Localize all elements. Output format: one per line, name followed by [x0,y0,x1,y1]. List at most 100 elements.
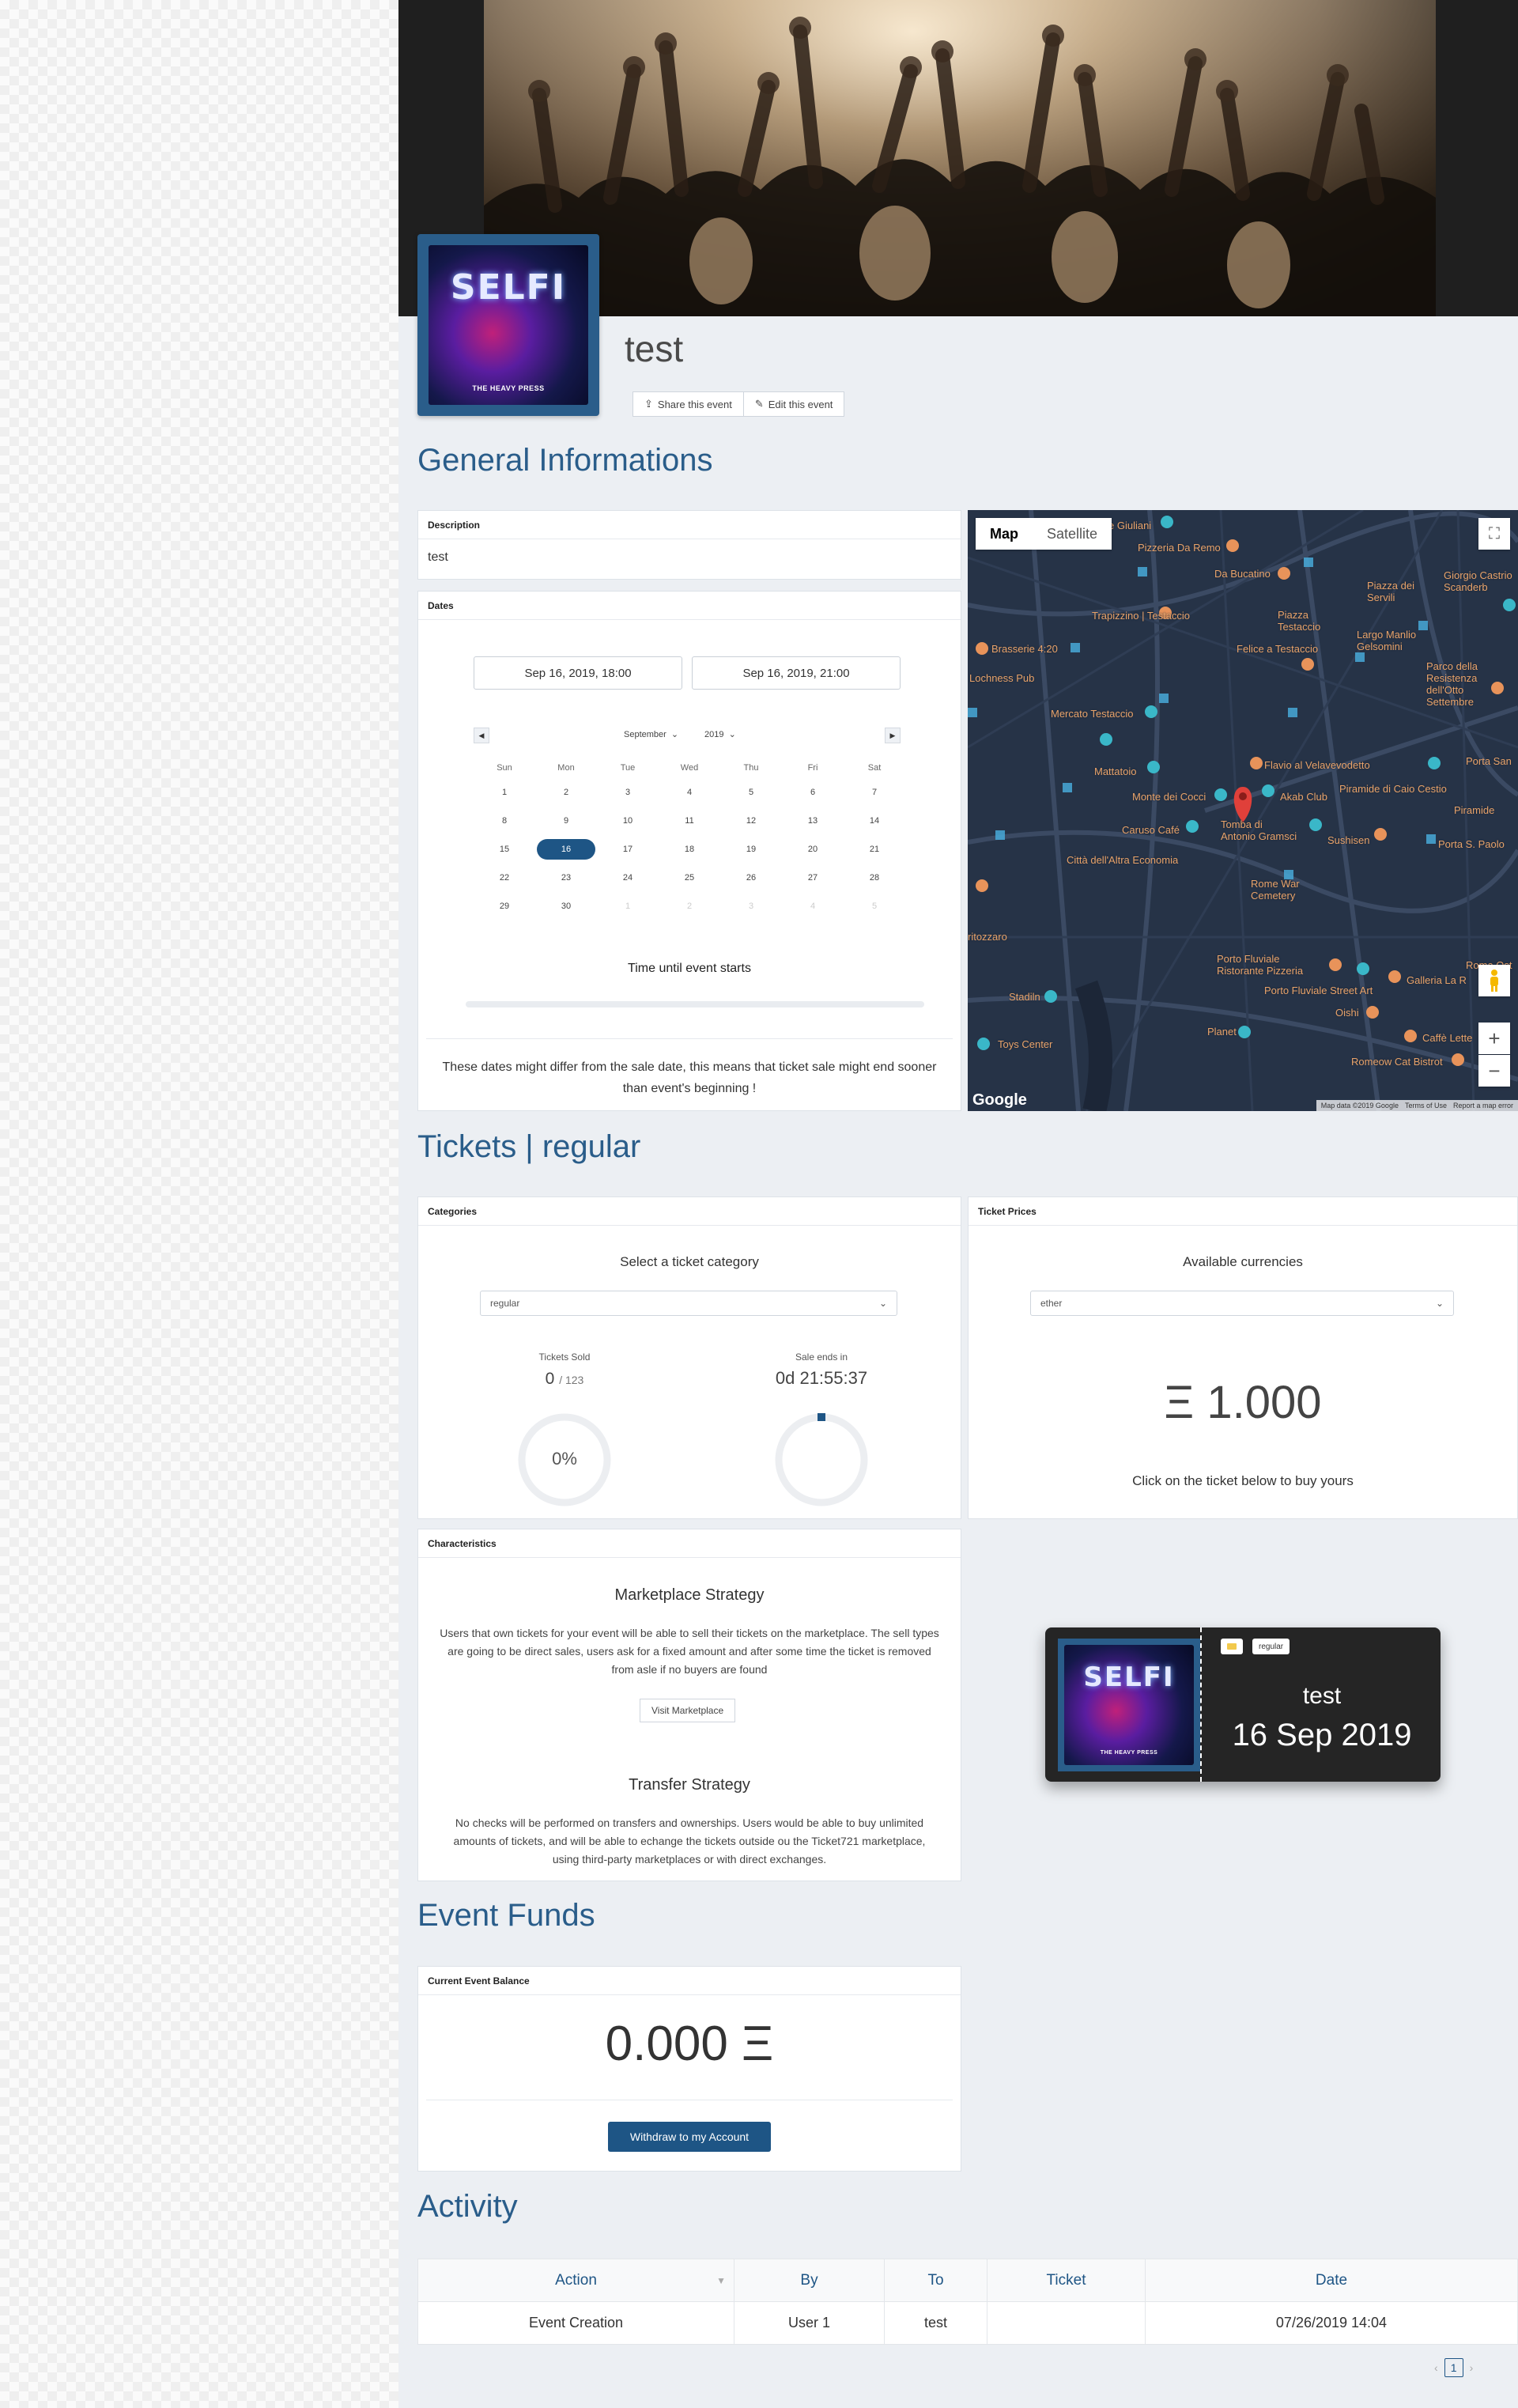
column-header-action[interactable]: Action ▼ [417,2259,734,2302]
weekday-label: Thu [743,763,759,773]
calendar-day[interactable]: 14 [844,807,905,835]
next-page-icon[interactable]: › [1470,2361,1474,2374]
column-header-to[interactable]: To [884,2259,987,2302]
sale-ends-countdown: 0d 21:55:37 [775,1368,868,1388]
sale-ends-label: Sale ends in [795,1351,848,1363]
dates-header: Dates [418,592,961,620]
calendar-day[interactable]: 4 [782,892,844,920]
category-select[interactable]: regular ⌄ [480,1291,897,1316]
calendar-day[interactable]: 25 [659,864,720,892]
report-map-error-link[interactable]: Report a map error [1453,1102,1513,1109]
calendar-day[interactable]: 21 [844,835,905,864]
ticket-poster-image: SELFI THE HEAVY PRESS [1064,1645,1194,1765]
ticket-image: SELFI THE HEAVY PRESS [1058,1639,1200,1771]
calendar-day[interactable]: 30 [535,892,597,920]
satellite-tab[interactable]: Satellite [1033,518,1112,550]
cell-ticket [987,2301,1146,2345]
end-date-field[interactable]: Sep 16, 2019, 21:00 [692,656,901,690]
dates-card: Dates Sep 16, 2019, 18:00 Sep 16, 2019, … [417,591,961,1111]
withdraw-button[interactable]: Withdraw to my Account [608,2122,771,2152]
calendar-day[interactable]: 19 [720,835,782,864]
calendar-day[interactable]: 26 [720,864,782,892]
calendar-day[interactable]: 1 [597,892,659,920]
zoom-out-icon[interactable]: − [1478,1055,1510,1087]
start-date-field[interactable]: Sep 16, 2019, 18:00 [474,656,682,690]
visit-marketplace-button[interactable]: Visit Marketplace [640,1699,736,1722]
map-tab[interactable]: Map [976,518,1033,550]
calendar-day[interactable]: 24 [597,864,659,892]
calendar-day[interactable]: 16 [535,835,597,864]
calendar-day[interactable]: 11 [659,807,720,835]
calendar-day[interactable]: 2 [659,892,720,920]
map-type-tabs: Map Satellite [976,518,1112,550]
edit-event-button[interactable]: ✎ Edit this event [743,391,845,417]
calendar-day[interactable]: 18 [659,835,720,864]
category-select-value: regular [490,1298,520,1309]
fullscreen-icon[interactable]: ⛶ [1478,518,1510,550]
calendar-day[interactable]: 13 [782,807,844,835]
chevron-down-icon: ⌄ [1435,1298,1444,1309]
ticket-date: 16 Sep 2019 [1232,1718,1412,1752]
filter-icon[interactable]: ▼ [716,2275,726,2286]
calendar-day[interactable]: 5 [844,892,905,920]
calendar-day[interactable]: 15 [474,835,535,864]
column-header-by[interactable]: By [734,2259,885,2302]
weekday-label: Wed [680,763,699,773]
currency-select[interactable]: ether ⌄ [1030,1291,1454,1316]
column-header-ticket[interactable]: Ticket [987,2259,1146,2302]
ticket-perforation [1200,1627,1202,1782]
calendar-day[interactable]: 20 [782,835,844,864]
marketplace-strategy-title: Marketplace Strategy [614,1586,765,1604]
calendar-day[interactable]: 4 [659,778,720,807]
description-header: Description [418,511,961,539]
table-row[interactable]: Event Creation User 1 test 07/26/2019 14… [417,2301,1518,2345]
calendar-day[interactable]: 1 [474,778,535,807]
prev-page-icon[interactable]: ‹ [1434,2361,1438,2374]
share-event-button[interactable]: ⇪ Share this event [632,391,744,417]
calendar-day[interactable]: 3 [720,892,782,920]
characteristics-header: Characteristics [418,1529,961,1558]
calendar-day[interactable]: 28 [844,864,905,892]
ticket-preview[interactable]: SELFI THE HEAVY PRESS regular test 16 Se… [1045,1627,1441,1782]
tickets-sold-total: / 123 [559,1374,584,1386]
zoom-in-icon[interactable]: + [1478,1023,1510,1054]
calendar-day[interactable]: 27 [782,864,844,892]
map-footer: Map data ©2019 Google Terms of Use Repor… [1316,1100,1518,1111]
terms-of-use-link[interactable]: Terms of Use [1405,1102,1447,1109]
pencil-icon: ✎ [754,398,764,410]
ticket-poster-subtitle: THE HEAVY PRESS [1100,1749,1158,1756]
calendar-day[interactable]: 10 [597,807,659,835]
calendar-day[interactable]: 2 [535,778,597,807]
month-select[interactable]: September ⌄ [624,729,678,739]
calendar-day[interactable]: 22 [474,864,535,892]
description-text: test [428,550,448,564]
chevron-down-icon: ⌄ [878,1298,887,1309]
event-funds-title: Event Funds [417,1898,595,1933]
page-number[interactable]: 1 [1444,2358,1463,2377]
calendar-day[interactable]: 23 [535,864,597,892]
calendar-day[interactable]: 29 [474,892,535,920]
tickets-sold-label: Tickets Sold [538,1351,591,1363]
event-location-map[interactable]: Pizzeria Da Remo Da Bucatino Piazza Testa… [968,510,1518,1111]
map-data-credit: Map data ©2019 Google [1320,1102,1399,1109]
next-month-button[interactable]: ▶ [885,728,901,743]
calendar-day[interactable]: 6 [782,778,844,807]
categories-card: Categories Select a ticket category regu… [417,1196,961,1519]
calendar-day[interactable]: 5 [720,778,782,807]
tickets-sold-value: 0 / 123 [505,1370,624,1389]
prev-month-button[interactable]: ◀ [474,728,489,743]
general-informations-title: General Informations [417,443,713,478]
google-logo: Google [972,1091,1027,1109]
weekday-label: Mon [557,763,575,773]
event-avatar[interactable]: SELFI THE HEAVY PRESS [417,234,599,416]
calendar-day[interactable]: 7 [844,778,905,807]
calendar-day[interactable]: 17 [597,835,659,864]
street-view-pegman-icon[interactable] [1478,965,1510,996]
characteristics-card: Characteristics Marketplace Strategy Use… [417,1529,961,1881]
column-header-date[interactable]: Date [1145,2259,1518,2302]
calendar-day[interactable]: 9 [535,807,597,835]
year-select[interactable]: 2019 ⌄ [704,729,736,739]
calendar-day[interactable]: 3 [597,778,659,807]
calendar-day[interactable]: 8 [474,807,535,835]
calendar-day[interactable]: 12 [720,807,782,835]
